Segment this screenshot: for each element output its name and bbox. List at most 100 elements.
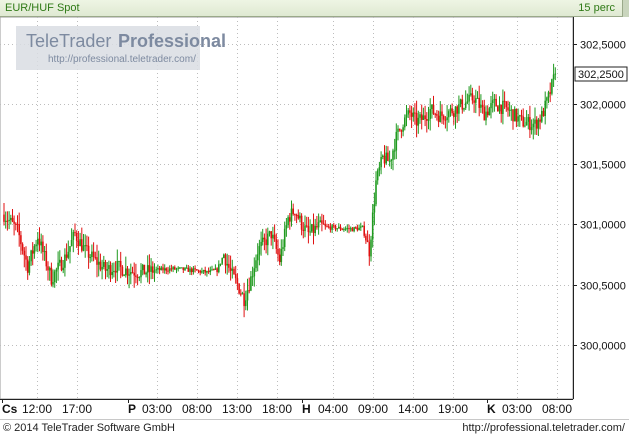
candle-body xyxy=(207,271,210,273)
candle-body xyxy=(248,290,250,292)
candle-body xyxy=(398,128,401,131)
candle-body xyxy=(437,115,440,122)
price-chart[interactable]: TeleTrader Professional http://professio… xyxy=(0,17,629,419)
candle-body xyxy=(461,99,464,110)
candle-body xyxy=(60,259,63,271)
candle-body xyxy=(158,268,161,271)
header-resize-handle[interactable] xyxy=(622,0,629,17)
x-tick-label: 17:00 xyxy=(62,402,92,416)
candle-body xyxy=(202,270,205,272)
chart-window: EUR/HUF Spot 15 perc TeleTrader Professi… xyxy=(0,0,629,436)
candle-body xyxy=(55,269,58,272)
candle-body xyxy=(348,228,350,230)
y-tick-label: 300,5000 xyxy=(580,281,626,293)
candle-body xyxy=(427,119,430,121)
candle-body xyxy=(223,254,225,258)
candle-body xyxy=(426,119,428,121)
candle-body xyxy=(376,170,379,181)
candle-body xyxy=(99,261,102,270)
candle-body xyxy=(278,254,281,263)
candle-body xyxy=(446,117,448,121)
last-price-marker: 302,2500 xyxy=(574,66,628,82)
candle-body xyxy=(48,267,51,271)
candle-body xyxy=(370,239,372,257)
candle-body xyxy=(97,261,100,265)
candle-body xyxy=(260,241,262,247)
candle-body xyxy=(62,267,64,271)
candle-body xyxy=(355,227,357,229)
candle-body xyxy=(534,119,536,124)
candle-body xyxy=(307,226,310,233)
candle-body xyxy=(131,272,134,274)
candle-body xyxy=(517,116,519,122)
candle-body xyxy=(414,112,416,114)
candle-body xyxy=(373,204,376,213)
symbol-title[interactable]: EUR/HUF Spot xyxy=(5,2,80,14)
candle-body xyxy=(194,268,196,270)
candle-body xyxy=(280,249,283,263)
candle-body xyxy=(13,221,15,224)
candle-body xyxy=(507,107,509,111)
candle-body xyxy=(338,226,340,229)
candle-body xyxy=(503,100,506,102)
x-tick-label: 19:00 xyxy=(438,402,468,416)
candle-body xyxy=(241,293,244,295)
x-tick-label: 12:00 xyxy=(22,402,52,416)
x-tick-label: 04:00 xyxy=(318,402,348,416)
candle-body xyxy=(37,238,39,245)
candle-body xyxy=(458,104,460,114)
candle-body xyxy=(297,215,300,219)
candle-body xyxy=(456,106,458,114)
candle-body xyxy=(400,130,403,132)
candle-body xyxy=(385,152,387,164)
candle-body xyxy=(163,268,166,271)
x-tick-label: H xyxy=(302,402,311,416)
candle-body xyxy=(268,231,271,234)
candle-body xyxy=(525,121,528,126)
candle-body xyxy=(497,106,499,112)
candle-body xyxy=(541,110,543,122)
candle-body xyxy=(390,159,393,161)
candle-body xyxy=(546,97,548,101)
candle-body xyxy=(393,150,396,152)
x-tick-label: 09:00 xyxy=(358,402,388,416)
candle-body xyxy=(182,267,185,270)
candle-body xyxy=(50,267,53,285)
candle-body xyxy=(356,227,359,231)
candle-body xyxy=(551,79,553,94)
candle-body xyxy=(4,220,7,222)
candle-body xyxy=(515,108,518,122)
candle-body xyxy=(119,261,122,267)
candle-body xyxy=(505,101,508,108)
candle-body xyxy=(42,241,44,252)
x-tick-label: 18:00 xyxy=(262,402,292,416)
candle-body xyxy=(231,268,234,271)
candle-body xyxy=(388,161,391,162)
candle-body xyxy=(302,229,305,231)
candle-body xyxy=(221,258,223,264)
candle-body xyxy=(10,217,12,220)
candle-body xyxy=(267,233,269,246)
candle-body xyxy=(204,270,206,273)
footer-url-link[interactable]: http://professional.teletrader.com/ xyxy=(462,422,625,434)
plot-area[interactable] xyxy=(0,17,574,400)
candle-body xyxy=(65,254,68,258)
interval-label[interactable]: 15 perc xyxy=(578,2,615,14)
candle-body xyxy=(334,225,337,230)
candle-body xyxy=(287,217,289,226)
candle-body xyxy=(547,92,550,98)
candle-body xyxy=(285,225,288,229)
candle-body xyxy=(530,127,533,131)
candle-body xyxy=(8,219,10,221)
candle-body xyxy=(419,114,421,118)
candle-body xyxy=(395,131,398,151)
candle-body xyxy=(473,100,475,103)
watermark-brand-light: TeleTrader xyxy=(26,31,111,51)
candle-body xyxy=(11,217,14,222)
candle-body xyxy=(64,254,66,268)
candle-body xyxy=(502,100,504,114)
candle-body xyxy=(168,268,171,272)
candle-body xyxy=(157,268,159,270)
candle-body xyxy=(532,123,535,128)
candle-body xyxy=(480,104,482,108)
